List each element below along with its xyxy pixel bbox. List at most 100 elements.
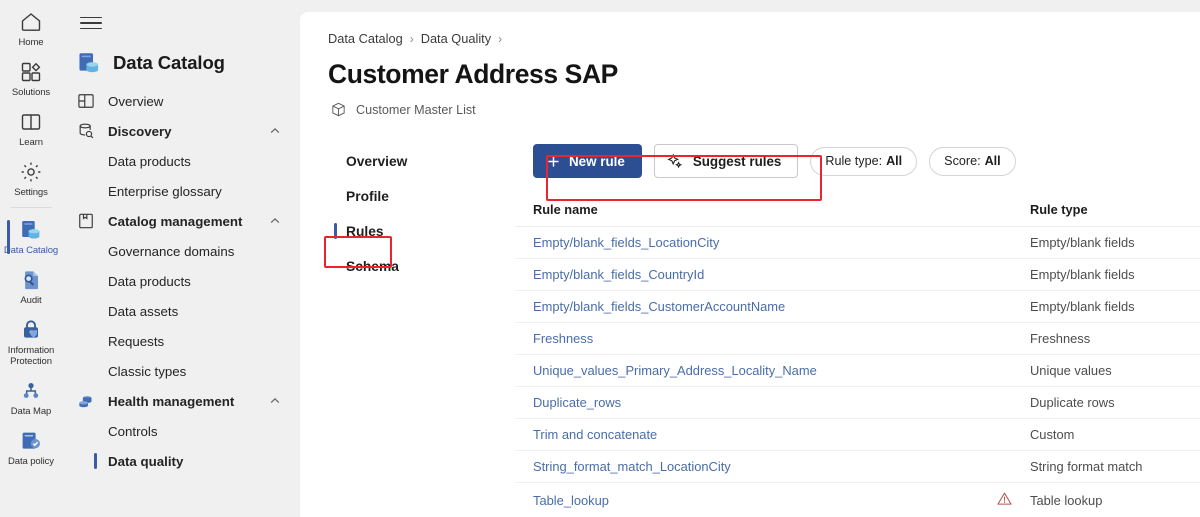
rule-name-link[interactable]: Unique_values_Primary_Address_Locality_N… — [533, 363, 817, 378]
nav-group-catalog-management[interactable]: Catalog management — [62, 206, 300, 236]
chevron-right-icon: › — [410, 32, 414, 46]
page-subtitle-text: Customer Master List — [356, 103, 476, 117]
solutions-icon — [19, 60, 43, 84]
nav-item-controls[interactable]: Controls — [62, 416, 300, 446]
rail-item-label: Data Catalog — [4, 245, 58, 256]
column-header-rule-type[interactable]: Rule type — [1012, 196, 1200, 227]
chevron-up-icon[interactable] — [268, 394, 282, 408]
rules-section: New rule Suggest rules Rule type: All — [515, 144, 1200, 517]
main-panel: Data Catalog › Data Quality › Customer A… — [300, 12, 1200, 517]
table-row[interactable]: Empty/blank_fields_LocationCity Empty/bla… — [515, 227, 1200, 259]
tab-overview[interactable]: Overview — [346, 144, 515, 178]
catalog-management-icon — [76, 211, 96, 231]
nav-item-label: Data assets — [108, 304, 300, 319]
row-spacer — [955, 291, 978, 323]
nav-item-label: Data quality — [108, 454, 300, 469]
table-row[interactable]: Unique_values_Primary_Address_Locality_N… — [515, 355, 1200, 387]
column-header-rule-name[interactable]: Rule name — [515, 196, 955, 227]
rule-type-cell: Empty/blank fields — [1012, 227, 1200, 259]
hamburger-icon[interactable] — [74, 8, 108, 38]
box-icon — [330, 101, 347, 118]
detail-tabs: Overview Profile Rules Schema — [300, 144, 515, 517]
rail-item-label: Information Protection — [2, 345, 60, 367]
data-policy-icon — [19, 429, 43, 453]
table-row[interactable]: Empty/blank_fields_CustomerAccountName Em… — [515, 291, 1200, 323]
nav-item-label: Overview — [108, 94, 300, 109]
rules-table: Rule name Rule type Empty/blank_fields_L… — [515, 196, 1200, 517]
nav-item-catalog-data-products[interactable]: Data products — [62, 266, 300, 296]
table-row[interactable]: Trim and concatenateCustom — [515, 419, 1200, 451]
suggest-rules-button[interactable]: Suggest rules — [654, 144, 799, 178]
tab-rules[interactable]: Rules — [346, 214, 515, 248]
tab-label: Schema — [346, 259, 399, 274]
new-rule-button[interactable]: New rule — [533, 144, 642, 178]
nav-item-data-quality[interactable]: Data quality — [62, 446, 300, 476]
rail-item-label: Data Map — [11, 406, 51, 417]
nav-item-label: Enterprise glossary — [108, 184, 300, 199]
rail-item-data-policy[interactable]: Data policy — [0, 423, 62, 473]
rail-item-data-map[interactable]: Data Map — [0, 373, 62, 423]
data-map-icon — [19, 379, 43, 403]
nav-group-health-management[interactable]: Health management — [62, 386, 300, 416]
table-row[interactable]: Empty/blank_fields_CountryIdEmpty/blank … — [515, 259, 1200, 291]
breadcrumb-item-data-quality[interactable]: Data Quality — [421, 31, 491, 46]
nav-item-label: Classic types — [108, 364, 300, 379]
nav-item-label: Data products — [108, 154, 300, 169]
nav-item-overview[interactable]: Overview — [62, 86, 300, 116]
row-warning-cell — [978, 227, 1012, 259]
rule-type-cell: Empty/blank fields — [1012, 291, 1200, 323]
tab-schema[interactable]: Schema — [346, 249, 515, 283]
nav-group-discovery[interactable]: Discovery — [62, 116, 300, 146]
rail-item-audit[interactable]: Audit — [0, 262, 62, 312]
nav-item-enterprise-glossary[interactable]: Enterprise glossary — [62, 176, 300, 206]
rule-name-link[interactable]: Empty/blank_fields_CustomerAccountName — [533, 299, 785, 314]
row-warning-cell — [978, 291, 1012, 323]
sparkle-icon — [667, 153, 683, 169]
table-row[interactable]: Duplicate_rowsDuplicate rows — [515, 387, 1200, 419]
discovery-icon — [76, 121, 96, 141]
column-warning-spacer — [978, 196, 1012, 227]
rail-item-solutions[interactable]: Solutions — [0, 54, 62, 104]
rule-name-link[interactable]: Trim and concatenate — [533, 427, 657, 442]
rule-name-link[interactable]: Duplicate_rows — [533, 395, 621, 410]
nav-item-discovery-data-products[interactable]: Data products — [62, 146, 300, 176]
nav-item-data-assets[interactable]: Data assets — [62, 296, 300, 326]
rail-item-label: Data policy — [8, 456, 54, 467]
rules-toolbar: New rule Suggest rules Rule type: All — [515, 144, 1200, 178]
rail-item-settings[interactable]: Settings — [0, 154, 62, 204]
learn-icon — [19, 110, 43, 134]
page-subtitle: Customer Master List — [300, 90, 1200, 118]
secondary-nav: Data Catalog Overview Discovery Data pro… — [62, 0, 300, 517]
tab-profile[interactable]: Profile — [346, 179, 515, 213]
chevron-up-icon[interactable] — [268, 124, 282, 138]
table-row[interactable]: String_format_match_LocationCityString f… — [515, 451, 1200, 483]
rail-item-home[interactable]: Home — [0, 4, 62, 54]
information-protection-icon — [19, 318, 43, 342]
rail-item-learn[interactable]: Learn — [0, 104, 62, 154]
chevron-up-icon[interactable] — [268, 214, 282, 228]
filter-score[interactable]: Score: All — [929, 147, 1016, 176]
rule-name-link[interactable]: Table_lookup — [533, 493, 609, 508]
breadcrumb-item-data-catalog[interactable]: Data Catalog — [328, 31, 403, 46]
rail-item-information-protection[interactable]: Information Protection — [0, 312, 62, 373]
nav-item-governance-domains[interactable]: Governance domains — [62, 236, 300, 266]
tab-label: Overview — [346, 154, 407, 169]
nav-item-classic-types[interactable]: Classic types — [62, 356, 300, 386]
rail-item-data-catalog[interactable]: Data Catalog — [0, 212, 62, 262]
table-row[interactable]: Table_lookup Table lookup — [515, 483, 1200, 517]
rail-item-label: Audit — [20, 295, 41, 306]
plus-icon — [546, 154, 561, 169]
rule-name-link[interactable]: String_format_match_LocationCity — [533, 459, 731, 474]
row-spacer — [955, 323, 978, 355]
nav-item-requests[interactable]: Requests — [62, 326, 300, 356]
filter-label: Score: — [944, 154, 980, 168]
rule-name-link[interactable]: Empty/blank_fields_LocationCity — [533, 235, 719, 250]
rail-item-label: Learn — [19, 137, 43, 148]
table-row[interactable]: FreshnessFreshness — [515, 323, 1200, 355]
filter-rule-type[interactable]: Rule type: All — [810, 147, 917, 176]
rule-name-link[interactable]: Empty/blank_fields_CountryId — [533, 267, 704, 282]
rule-type-cell: Unique values — [1012, 355, 1200, 387]
row-warning-cell — [978, 259, 1012, 291]
rail-item-label: Settings — [14, 187, 48, 198]
rule-name-link[interactable]: Freshness — [533, 331, 593, 346]
